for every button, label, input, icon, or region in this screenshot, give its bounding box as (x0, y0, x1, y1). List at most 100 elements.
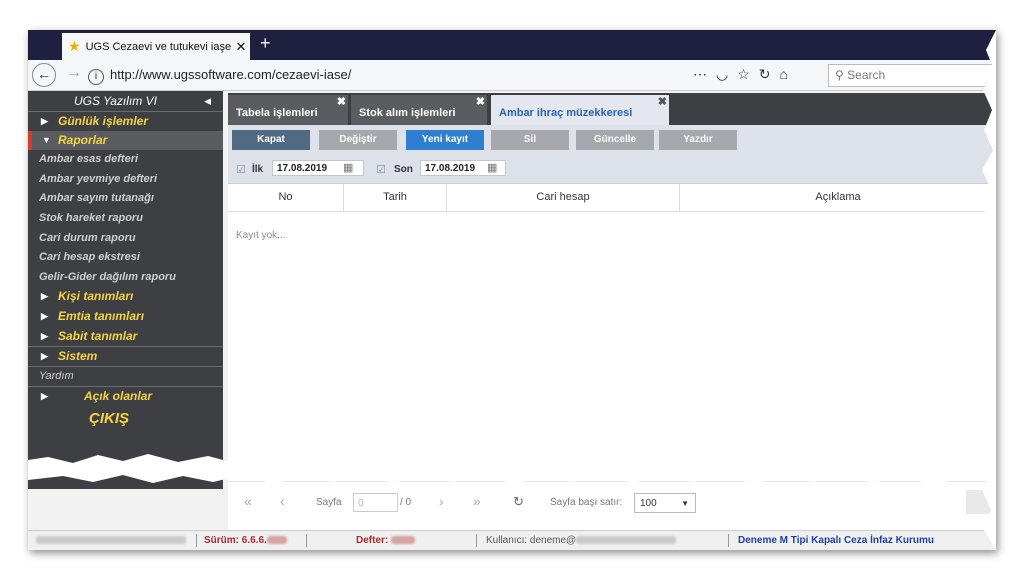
expand-arrow-icon: ▶ (41, 310, 48, 321)
info-icon[interactable]: i (88, 69, 104, 85)
sidebar-item-raporlar[interactable]: ▼ Raporlar (28, 130, 223, 151)
ilk-checkbox[interactable]: ☑ (236, 163, 246, 176)
forward-icon[interactable]: → (66, 64, 82, 82)
datetime-blurred (36, 532, 186, 550)
sidebar-item-label: Emtia tanımları (58, 308, 145, 323)
user-text: Kullanıcı: deneme@ (486, 532, 677, 550)
expand-arrow-icon: ▶ (41, 291, 48, 302)
search-placeholder: Search (847, 68, 886, 82)
table-header: No Tarih Cari hesap Açıklama (228, 184, 996, 212)
new-tab-button[interactable]: + (260, 33, 271, 54)
sidebar-item-emtia[interactable]: ▶ Emtia tanımları (28, 307, 223, 327)
sidebar-item-sabit[interactable]: ▶ Sabit tanımlar (28, 327, 223, 347)
sidebar: UGS Yazılım VI ◀ ▶ Günlük işlemler ▼ Rapor… (28, 91, 223, 489)
calendar-icon[interactable]: ▦ (343, 161, 353, 174)
prev-page-button[interactable]: ‹ (280, 493, 285, 509)
sidebar-subitem[interactable]: Ambar esas defteri (28, 150, 223, 170)
url-text: http://www.ugssoftware.com/cezaevi-iase/ (110, 67, 352, 82)
sidebar-subitem[interactable]: Ambar sayım tutanağı (28, 189, 223, 209)
calendar-icon[interactable]: ▦ (487, 161, 497, 174)
status-bar: Sürüm: 6.6.6. Defter: Kullanıcı: deneme@… (28, 530, 996, 550)
tab-stok-alim[interactable]: Stok alım işlemleri ✖ (351, 95, 487, 125)
back-icon[interactable]: ← (32, 63, 56, 87)
last-page-button[interactable]: » (473, 493, 481, 509)
date-filter-bar: ☑ İlk 17.08.2019 ▦ ☑ Son 17.08.2019 ▦ (228, 155, 996, 184)
column-header-tarih[interactable]: Tarih (344, 184, 447, 211)
tab-label: Stok alım işlemleri (359, 107, 456, 119)
tab-label: Ambar ihraç müzekkeresi (499, 107, 633, 119)
browser-tab-title: UGS Cezaevi ve tutukevi iaşe ta (85, 40, 232, 53)
browser-toolbar-icons: ⋯◡☆↻⌂ (693, 66, 797, 83)
reload-icon[interactable]: ↻ (759, 66, 780, 82)
expand-arrow-icon: ▶ (41, 330, 48, 341)
rows-per-page-label: Sayfa başı satır: (550, 497, 623, 508)
defter-label: Defter: (356, 535, 389, 546)
column-header-cari-hesap[interactable]: Cari hesap (447, 184, 680, 211)
page-input[interactable]: 0 (353, 493, 398, 512)
sidebar-subitem[interactable]: Cari hesap ekstresi (28, 248, 223, 268)
kapat-button[interactable]: Kapat (232, 130, 310, 150)
sidebar-item-label: Açık olanlar (84, 389, 153, 404)
rows-per-page-select[interactable]: 100 ▼ (634, 493, 696, 513)
sidebar-item-gunluk[interactable]: ▶ Günlük işlemler (28, 111, 223, 131)
home-icon[interactable]: ⌂ (780, 66, 797, 82)
yazdir-button[interactable]: Yazdır (659, 130, 737, 150)
son-label: Son (394, 164, 413, 175)
browser-tab[interactable]: ★ UGS Cezaevi ve tutukevi iaşe ta ✕ (62, 33, 250, 60)
sidebar-item-label: Günlük işlemler (58, 114, 149, 128)
sidebar-subitem[interactable]: Ambar yevmiye defteri (28, 170, 223, 190)
sidebar-subitem[interactable]: Stok hareket raporu (28, 209, 223, 229)
column-header-aciklama[interactable]: Açıklama (680, 184, 996, 211)
son-checkbox[interactable]: ☑ (376, 163, 386, 176)
son-date-value: 17.08.2019 (425, 163, 476, 174)
page-input-value: 0 (358, 498, 364, 509)
tab-ambar-ihrac[interactable]: Ambar ihraç müzekkeresi ✖ (491, 95, 669, 125)
tab-tabela[interactable]: Tabela işlemleri ✖ (228, 95, 348, 125)
ilk-label: İlk (252, 164, 264, 175)
sidebar-item-kisi[interactable]: ▶ Kişi tanımları (28, 287, 223, 307)
sidebar-item-sistem[interactable]: ▶ Sistem (28, 346, 223, 366)
close-tab-icon[interactable]: ✕ (232, 39, 250, 55)
app-window: ★ UGS Cezaevi ve tutukevi iaşe ta ✕ + ← … (28, 30, 996, 550)
sidebar-title-text: UGS Yazılım VI (74, 94, 157, 108)
empty-table-message: Kayıt yok... (236, 230, 286, 241)
browser-nav-bar: ← → i http://www.ugssoftware.com/cezaevi-… (28, 60, 996, 91)
more-icon[interactable]: ⋯ (693, 66, 716, 82)
url-bar[interactable]: i http://www.ugssoftware.com/cezaevi-iase… (88, 64, 680, 85)
column-header-no[interactable]: No (228, 184, 344, 211)
first-page-button[interactable]: « (244, 493, 252, 509)
browser-tab-bar: ★ UGS Cezaevi ve tutukevi iaşe ta ✕ + (28, 30, 996, 60)
sil-button[interactable]: Sil (491, 130, 569, 150)
search-icon: ⚲ (835, 68, 844, 82)
pocket-icon[interactable]: ◡ (716, 66, 737, 82)
next-page-button[interactable]: › (439, 493, 444, 509)
yeni-kayit-button[interactable]: Yeni kayıt (406, 130, 484, 150)
exit-button[interactable]: ÇIKIŞ (28, 406, 223, 432)
tab-strip: Tabela işlemleri ✖ Stok alım işlemleri ✖ A… (228, 93, 996, 125)
sidebar-item-acik[interactable]: ▶ Açık olanlar (28, 386, 223, 406)
star-favicon-icon: ★ (68, 38, 81, 54)
close-icon[interactable]: ✖ (337, 84, 346, 120)
sidebar-subitem[interactable]: Gelir-Gider dağılım raporu (28, 268, 223, 288)
guncelle-button[interactable]: Güncelle (576, 130, 654, 150)
refresh-icon[interactable]: ↻ (513, 494, 524, 510)
expand-arrow-icon: ▶ (41, 116, 48, 126)
rows-per-page-value: 100 (640, 498, 657, 509)
star-icon[interactable]: ☆ (737, 66, 759, 82)
sidebar-subitem[interactable]: Cari durum raporu (28, 229, 223, 249)
sidebar-item-yardim[interactable]: Yardım (28, 365, 223, 387)
degistir-button[interactable]: Değiştir (319, 130, 397, 150)
sidebar-title: UGS Yazılım VI ◀ (28, 91, 223, 111)
collapse-icon[interactable]: ◀ (204, 91, 211, 111)
page-total: / 0 (400, 497, 412, 508)
pager-info-box (966, 490, 996, 514)
close-icon[interactable]: ✖ (658, 84, 667, 120)
sidebar-item-label: Sabit tanımlar (58, 328, 138, 343)
pagination-bar: « ‹ Sayfa 0 / 0 › » ↻ Sayfa başı satır: … (228, 481, 996, 522)
user-label: Kullanıcı: deneme@ (486, 535, 577, 546)
close-icon[interactable]: ✖ (476, 84, 485, 120)
institution-name: Deneme M Tipi Kapalı Ceza İnfaz Kurumu (738, 535, 934, 546)
search-input[interactable]: ⚲ Search (828, 64, 996, 87)
version-text: Sürüm: 6.6.6. (204, 532, 287, 550)
sidebar-item-label: Raporlar (58, 132, 108, 147)
